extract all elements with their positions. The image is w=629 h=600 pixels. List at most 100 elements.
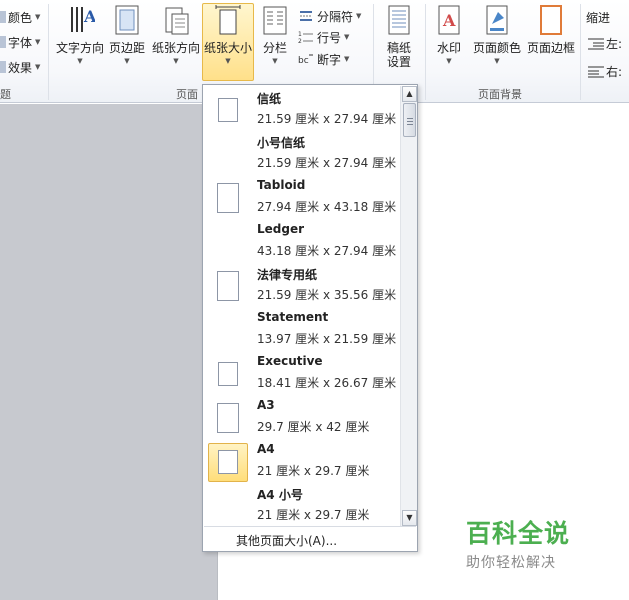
paper-size-name: A4 小号 [257,488,303,502]
paper-size-item-ledger[interactable]: Ledger 43.18 厘米 x 27.94 厘米 [204,218,400,262]
paper-size-item-a3[interactable]: A3 29.7 厘米 x 42 厘米 [204,394,400,438]
paper-size-item-a4[interactable]: A4 21 厘米 x 29.7 厘米 [204,438,400,482]
scrollbar-thumb[interactable] [403,103,416,137]
watermark-title: 百科全说 [466,519,571,548]
draft-paper-icon [384,4,414,36]
paper-size-item-executive[interactable]: Executive 18.41 厘米 x 26.67 厘米 [204,350,400,394]
watermark-button[interactable]: A 水印 ▼ [432,4,466,82]
text-direction-button[interactable]: A 文字方向 ▼ [54,4,106,82]
watermark-icon: A [434,4,464,36]
svg-text:bc: bc [298,56,309,66]
paper-size-name: 小号信纸 [257,136,306,150]
paper-size-gallery: 信纸 21.59 厘米 x 27.94 厘米 小号信纸 21.59 厘米 x 2… [202,84,418,552]
theme-effects-button[interactable]: 效果 ▼ [0,57,40,77]
page-borders-button[interactable]: 页面边框 [524,4,578,82]
chevron-down-icon: ▼ [35,63,41,71]
paper-size-item-small-letter[interactable]: 小号信纸 21.59 厘米 x 27.94 厘米 [204,130,400,174]
paper-thumbnail-icon [217,183,239,213]
paper-size-dims: 27.94 厘米 x 43.18 厘米 [257,200,397,214]
paper-size-item-legal[interactable]: 法律专用纸 21.59 厘米 x 35.56 厘米 [204,262,400,306]
paper-size-dims: 21.59 厘米 x 27.94 厘米 [257,112,397,126]
chevron-down-icon: ▼ [344,55,350,63]
indent-left-icon [588,38,604,50]
hyphenation-icon: bc [298,52,314,66]
columns-button[interactable]: 分栏 ▼ [258,4,292,82]
breaks-button[interactable]: 分隔符 ▼ [298,6,361,26]
hyphenation-label: 断字 [317,52,342,67]
paper-size-name: 法律专用纸 [257,268,318,282]
page-color-button[interactable]: 页面颜色 ▼ [470,4,524,82]
page-background-group-label: 页面背景 [478,88,522,101]
svg-text:A: A [442,11,456,30]
paper-size-item-tabloid[interactable]: Tabloid 27.94 厘米 x 43.18 厘米 [204,174,400,218]
watermark-label: 水印 [436,41,461,55]
group-separator [48,4,49,100]
paper-size-dims: 29.7 厘米 x 42 厘米 [257,420,370,434]
indent-left-control[interactable]: 左: [588,35,622,52]
chevron-down-icon: ▼ [356,12,362,20]
gallery-scrollbar[interactable]: ▲ ▼ [400,86,417,526]
paper-size-item-a4-small[interactable]: A4 小号 21 厘米 x 29.7 厘米 [204,482,400,526]
page-color-label: 页面颜色 [472,41,521,55]
paper-size-name: Statement [257,310,329,324]
hyphenation-button[interactable]: bc 断字 ▼ [298,49,349,69]
paper-size-name: A4 [257,442,275,456]
paper-thumbnail-icon [218,98,238,122]
paper-size-dims: 43.18 厘米 x 27.94 厘米 [257,244,397,258]
orientation-label: 纸张方向 [151,41,200,55]
line-numbers-label: 行号 [317,30,342,45]
theme-colors-button[interactable]: 颜色 ▼ [0,7,40,27]
paper-size-icon [213,4,243,36]
columns-label: 分栏 [262,41,287,55]
paper-size-item-letter[interactable]: 信纸 21.59 厘米 x 27.94 厘米 [204,86,400,130]
orientation-button[interactable]: 纸张方向 ▼ [150,4,202,82]
paper-thumbnail-icon [217,271,239,301]
indent-right-label: 右: [606,65,623,79]
paper-size-dims: 21.59 厘米 x 35.56 厘米 [257,288,397,302]
grip-line [407,121,413,122]
paper-size-dims: 13.97 厘米 x 21.59 厘米 [257,332,397,346]
indent-title: 缩进 [586,11,611,25]
page-borders-label: 页面边框 [526,41,575,55]
paper-size-button[interactable]: 纸张大小 ▼ [202,3,254,81]
more-paper-sizes-link[interactable]: 其他页面大小(A)... [236,532,337,549]
chevron-down-icon: ▼ [272,57,278,65]
svg-text:A: A [83,7,95,26]
draft-paper-button[interactable]: 稿纸 设置 [380,4,418,82]
margins-button[interactable]: 页边距 ▼ [106,4,148,82]
theme-fonts-button[interactable]: 字体 ▼ [0,32,40,52]
text-direction-icon: A [65,4,95,36]
scroll-down-icon[interactable]: ▼ [402,510,417,526]
svg-text:1: 1 [298,31,302,38]
chevron-down-icon: ▼ [494,57,500,65]
theme-fonts-label: 字体 [8,35,33,50]
theme-fonts-icon [0,36,6,48]
paper-size-name: Executive [257,354,323,368]
svg-text:2: 2 [298,38,302,44]
page-setup-group-label: 页面 [176,88,198,101]
chevron-down-icon: ▼ [77,57,83,65]
page-color-icon [482,4,512,36]
breaks-label: 分隔符 [317,9,354,24]
paper-size-dims: 21 厘米 x 29.7 厘米 [257,508,370,522]
paper-size-dims: 21 厘米 x 29.7 厘米 [257,464,370,478]
paper-thumbnail-icon [218,362,238,386]
chevron-down-icon: ▼ [344,33,350,41]
paper-size-name: 信纸 [257,92,282,106]
paper-size-name: A3 [257,398,275,412]
columns-icon [260,4,290,36]
chevron-down-icon: ▼ [35,13,41,21]
indent-right-control[interactable]: 右: [588,63,622,80]
text-direction-label: 文字方向 [55,41,104,55]
draft-paper-label: 稿纸 设置 [386,41,411,69]
grip-line [407,124,413,125]
page-borders-icon [536,4,566,36]
indent-left-label: 左: [606,37,623,51]
scroll-up-icon[interactable]: ▲ [402,86,417,102]
theme-colors-label: 颜色 [8,10,33,25]
chevron-down-icon: ▼ [225,57,231,65]
indent-right-icon [588,66,604,78]
line-numbers-button[interactable]: 12 行号 ▼ [298,27,349,47]
paper-size-item-statement[interactable]: Statement 13.97 厘米 x 21.59 厘米 [204,306,400,350]
group-separator [425,4,426,100]
